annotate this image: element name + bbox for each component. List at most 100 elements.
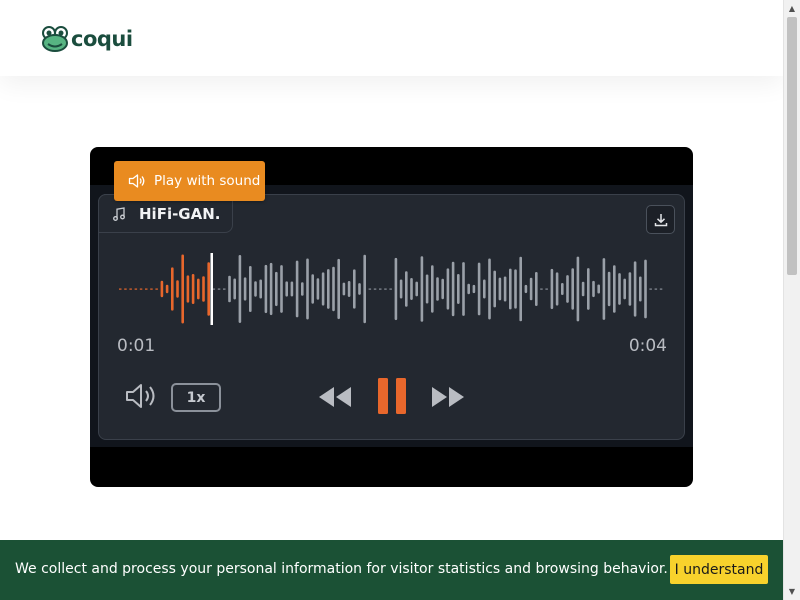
player-card: HiFi-GAN. 0:01 0:04 1x	[98, 194, 685, 440]
waveform-bar	[545, 288, 548, 290]
waveform-bar	[597, 284, 600, 294]
waveform-bar	[119, 288, 122, 290]
waveform-bar	[483, 279, 486, 299]
waveform-bar	[394, 257, 398, 321]
volume-icon[interactable]	[124, 382, 158, 410]
waveform-bar	[171, 267, 174, 311]
waveform-bar	[353, 269, 356, 309]
waveform-bar	[217, 288, 221, 290]
waveform-bar	[285, 281, 288, 297]
waveform-bar	[571, 268, 574, 310]
current-time: 0:01	[117, 336, 156, 356]
waveform-bar	[524, 284, 528, 294]
waveform-bar	[134, 288, 138, 290]
waveform-bar	[269, 262, 273, 316]
waveform-bar	[223, 288, 226, 290]
waveform-bar	[332, 266, 335, 312]
rewind-icon[interactable]	[317, 384, 353, 410]
waveform-bar	[623, 278, 626, 300]
waveform-bar	[503, 276, 507, 302]
waveform-bar	[197, 278, 200, 300]
waveform-bar	[290, 281, 294, 297]
waveform-bar	[644, 259, 647, 319]
waveform-bar	[264, 264, 268, 314]
waveform-bar	[368, 288, 372, 290]
cookie-message: We collect and process your personal inf…	[15, 561, 690, 577]
download-icon	[654, 213, 667, 226]
waveform-bar	[555, 272, 559, 306]
waveform-bar	[566, 275, 569, 303]
waveform-bar	[529, 277, 533, 301]
scroll-thumb[interactable]	[787, 17, 797, 275]
waveform-bar	[420, 256, 424, 322]
pause-icon[interactable]	[378, 378, 406, 414]
scroll-up-arrow-icon[interactable]: ▲	[784, 0, 800, 17]
waveform-bar	[535, 271, 538, 307]
music-note-icon	[113, 206, 125, 221]
waveform-bar	[373, 288, 377, 290]
waveform-bar	[254, 281, 257, 297]
waveform-bar	[321, 272, 325, 306]
cookie-banner: We collect and process your personal inf…	[0, 540, 783, 600]
waveform-bar	[327, 269, 330, 309]
waveform-bar	[498, 277, 502, 301]
waveform-bar	[160, 280, 164, 298]
waveform-bar	[425, 274, 429, 304]
waveform-bar	[628, 272, 632, 306]
waveform-bar	[472, 284, 476, 294]
waveform-bar	[191, 273, 195, 305]
waveform-bar	[441, 278, 444, 300]
waveform-bar	[207, 262, 210, 316]
waveform-bar	[379, 288, 382, 290]
playback-speed-button[interactable]: 1x	[171, 383, 221, 412]
waveform-bar	[295, 260, 299, 318]
coqui-logo[interactable]: coqui	[41, 24, 133, 54]
waveform-bar	[493, 270, 496, 308]
waveform-bar	[659, 288, 663, 290]
waveform-bar	[576, 256, 580, 322]
speaker-icon	[128, 174, 145, 188]
waveform[interactable]	[117, 249, 667, 329]
waveform-bar	[311, 274, 314, 304]
waveform-bar	[514, 269, 517, 309]
waveform-bar	[342, 282, 346, 296]
play-with-sound-button[interactable]: Play with sound	[114, 161, 265, 201]
waveform-bar	[155, 288, 158, 290]
waveform-bar	[337, 258, 340, 320]
waveform-bar	[519, 256, 522, 322]
waveform-bar	[405, 271, 408, 307]
waveform-bar	[602, 258, 606, 320]
waveform-bar	[181, 254, 184, 324]
waveform-bar	[639, 276, 642, 302]
cookie-accept-button[interactable]: I understand	[670, 555, 768, 584]
waveform-bar	[165, 284, 169, 294]
waveform-bar	[410, 278, 413, 300]
scroll-down-arrow-icon[interactable]: ▼	[784, 583, 800, 600]
duration: 0:04	[628, 336, 667, 356]
waveform-bar	[550, 268, 554, 310]
waveform-bar	[633, 261, 637, 317]
waveform-bar	[150, 288, 153, 290]
waveform-bar	[363, 254, 366, 324]
waveform-bar	[654, 288, 658, 290]
waveform-bar	[451, 261, 455, 317]
waveform-bar	[415, 281, 418, 297]
waveform-bar	[649, 288, 652, 290]
track-title: HiFi-GAN.	[139, 204, 221, 223]
waveform-bar	[280, 265, 283, 313]
waveform-bar	[389, 288, 392, 290]
waveform-bar	[145, 288, 148, 290]
download-button[interactable]	[646, 205, 675, 234]
waveform-bar	[129, 288, 132, 290]
waveform-bar	[249, 265, 252, 313]
fast-forward-icon[interactable]	[430, 384, 466, 410]
waveform-bar	[457, 274, 460, 304]
waveform-bar	[467, 283, 470, 295]
waveform-bar	[228, 275, 231, 303]
page-scrollbar[interactable]: ▲ ▼	[783, 0, 800, 600]
waveform-bar	[316, 278, 320, 300]
waveform-bar	[477, 262, 481, 316]
waveform-bar	[347, 281, 351, 297]
waveform-bar	[275, 271, 278, 307]
waveform-bar	[488, 258, 491, 320]
